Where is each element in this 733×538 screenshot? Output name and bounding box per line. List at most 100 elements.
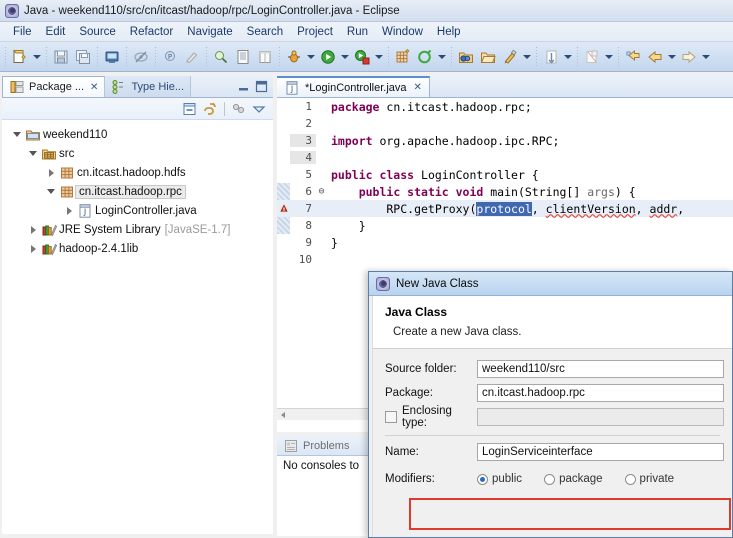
- menu-navigate[interactable]: Navigate: [180, 24, 239, 40]
- debug-icon[interactable]: [283, 46, 305, 68]
- link-with-editor-icon[interactable]: [202, 101, 218, 117]
- code-line: 10: [277, 251, 733, 268]
- project-tree[interactable]: weekend110 src cn.itcast.hadoop.hdfs cn.…: [2, 120, 273, 534]
- focus-on-active-task-icon[interactable]: [231, 101, 247, 117]
- menu-project[interactable]: Project: [290, 24, 340, 40]
- run-dropdown-icon[interactable]: [339, 46, 351, 68]
- toggle-mark-occurrences-icon[interactable]: [130, 46, 152, 68]
- twisty-open-icon[interactable]: [10, 132, 24, 137]
- last-edit-location-icon[interactable]: [622, 46, 644, 68]
- tab-package-explorer[interactable]: Package ... ✕: [2, 76, 106, 97]
- tree-item-package-hdfs[interactable]: cn.itcast.hadoop.hdfs: [2, 163, 273, 182]
- field-name: Name: LoginServiceinterface: [373, 440, 732, 464]
- open-folder-icon[interactable]: [477, 46, 499, 68]
- menu-refactor[interactable]: Refactor: [123, 24, 180, 40]
- code-line: 3 import org.apache.hadoop.ipc.RPC;: [277, 132, 733, 149]
- editor-tab-logincontroller[interactable]: J *LoginController.java ✕: [277, 76, 430, 97]
- previous-annotation-icon[interactable]: [581, 46, 603, 68]
- modifier-private-radio[interactable]: [624, 473, 636, 485]
- error-marker-icon[interactable]: [277, 200, 290, 217]
- source-folder-input[interactable]: weekend110/src: [477, 360, 724, 378]
- close-icon[interactable]: ✕: [414, 82, 422, 93]
- external-tools-icon[interactable]: [351, 46, 373, 68]
- new-wizard-dropdown-icon[interactable]: [31, 46, 43, 68]
- menu-window[interactable]: Window: [375, 24, 430, 40]
- enclosing-type-input[interactable]: [477, 408, 724, 426]
- previous-annotation-dropdown-icon[interactable]: [603, 46, 615, 68]
- error-token: clientVersion: [545, 201, 636, 216]
- format-dropdown-icon[interactable]: [521, 46, 533, 68]
- tree-item-weekend110[interactable]: weekend110: [2, 125, 273, 144]
- code-text: public static void main(String[] args) {: [358, 184, 636, 199]
- menu-edit[interactable]: Edit: [39, 24, 73, 40]
- new-java-project-icon[interactable]: [392, 46, 414, 68]
- minimize-icon[interactable]: [237, 80, 250, 93]
- tree-item-logincontroller-java[interactable]: J LoginController.java: [2, 201, 273, 220]
- tree-item-label: JRE System Library: [59, 223, 161, 236]
- line-number: 10: [298, 253, 312, 266]
- view-menu-icon[interactable]: [251, 101, 267, 117]
- next-annotation-dropdown-icon[interactable]: [562, 46, 574, 68]
- modifier-package-radio[interactable]: [544, 473, 556, 485]
- twisty-closed-icon[interactable]: [44, 168, 58, 177]
- maximize-icon[interactable]: [255, 80, 268, 93]
- line-marker: [277, 149, 290, 166]
- enclosing-type-checkbox[interactable]: [385, 411, 397, 423]
- tree-item-src[interactable]: src: [2, 144, 273, 163]
- print-icon[interactable]: [101, 46, 123, 68]
- format-icon[interactable]: [499, 46, 521, 68]
- annotation-icon[interactable]: P: [159, 46, 181, 68]
- dialog-header: Java Class Create a new Java class.: [373, 296, 732, 349]
- twisty-closed-icon[interactable]: [62, 206, 76, 215]
- class-name-input[interactable]: LoginServiceinterface: [477, 443, 724, 461]
- open-task-icon[interactable]: [232, 46, 254, 68]
- new-java-class-dropdown-icon[interactable]: [436, 46, 448, 68]
- dialog-left-edge: [369, 296, 373, 537]
- menu-search[interactable]: Search: [240, 24, 290, 40]
- line-number: 7: [305, 202, 312, 215]
- twisty-closed-icon[interactable]: [26, 225, 40, 234]
- dialog-divider: [385, 435, 720, 436]
- close-icon[interactable]: ✕: [90, 82, 98, 93]
- run-icon[interactable]: [317, 46, 339, 68]
- debug-dropdown-icon[interactable]: [305, 46, 317, 68]
- search-class-icon[interactable]: [210, 46, 232, 68]
- tree-item-hadoop-lib[interactable]: hadoop-2.4.1lib: [2, 239, 273, 258]
- fold-toggle[interactable]: ⊖: [316, 186, 327, 197]
- next-annotation-icon[interactable]: [540, 46, 562, 68]
- code-text: public class LoginController {: [331, 167, 539, 182]
- quick-fix-icon[interactable]: [181, 46, 203, 68]
- external-tools-dropdown-icon[interactable]: [373, 46, 385, 68]
- tab-type-hierarchy[interactable]: Type Hie...: [105, 76, 192, 97]
- twisty-open-icon[interactable]: [44, 189, 58, 194]
- code-text: }: [331, 235, 338, 250]
- forward-dropdown-icon[interactable]: [700, 46, 712, 68]
- tree-item-label: weekend110: [43, 128, 108, 141]
- line-number: 5: [305, 168, 312, 181]
- modifier-public-radio[interactable]: [477, 473, 488, 485]
- menu-source[interactable]: Source: [72, 24, 122, 40]
- column-icon[interactable]: [254, 46, 276, 68]
- svg-text:J: J: [82, 207, 85, 216]
- save-icon[interactable]: [50, 46, 72, 68]
- back-icon[interactable]: [644, 46, 666, 68]
- back-dropdown-icon[interactable]: [666, 46, 678, 68]
- forward-icon[interactable]: [678, 46, 700, 68]
- scroll-left-icon[interactable]: [277, 409, 289, 421]
- tree-item-jre-system-library[interactable]: JRE System Library [JavaSE-1.7]: [2, 220, 273, 239]
- menu-run[interactable]: Run: [340, 24, 375, 40]
- tab-problems[interactable]: Problems: [277, 438, 355, 454]
- package-input[interactable]: cn.itcast.hadoop.rpc: [477, 384, 724, 402]
- open-type-icon[interactable]: [455, 46, 477, 68]
- twisty-closed-icon[interactable]: [26, 244, 40, 253]
- save-all-icon[interactable]: [72, 46, 94, 68]
- new-wizard-icon[interactable]: [9, 46, 31, 68]
- menu-file[interactable]: File: [6, 24, 39, 40]
- collapse-all-icon[interactable]: [182, 101, 198, 117]
- new-java-class-icon[interactable]: [414, 46, 436, 68]
- code-line: 6 ⊖ public static void main(String[] arg…: [277, 183, 733, 200]
- twisty-open-icon[interactable]: [26, 151, 40, 156]
- menu-help[interactable]: Help: [430, 24, 468, 40]
- field-label: Name:: [385, 446, 419, 458]
- tree-item-package-rpc[interactable]: cn.itcast.hadoop.rpc: [2, 182, 273, 201]
